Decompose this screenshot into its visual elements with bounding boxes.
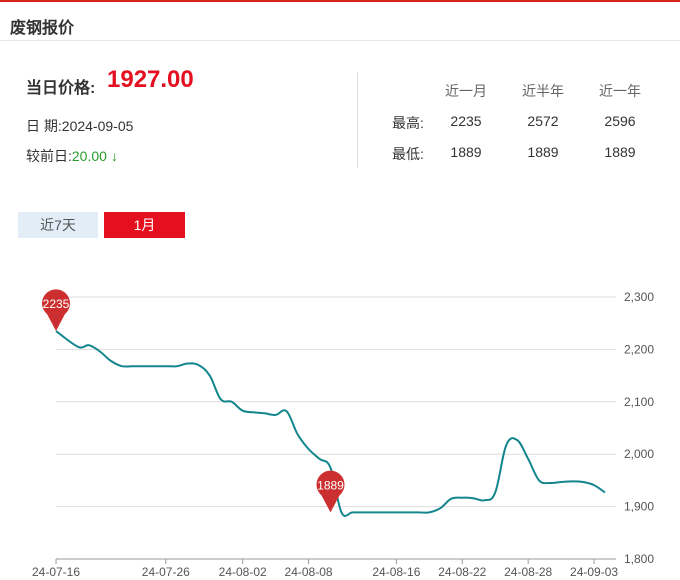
price-line-chart: 1,800 1,900 2,000 2,100 2,200 2,300 24-07-16 24… xyxy=(32,289,654,579)
x-tick-label: 24-08-22 xyxy=(438,565,486,579)
change-value: 20.00 xyxy=(71,148,107,164)
stats-high-month: 2235 xyxy=(450,113,482,129)
current-price-label: 当日价格: xyxy=(26,80,96,97)
panel-header: 废钢报价 xyxy=(0,2,680,41)
stats-high-halfyear: 2572 xyxy=(527,113,559,129)
stats-high-label: 最高: xyxy=(392,115,424,131)
pin-marker-label: 1889 xyxy=(317,478,344,492)
pin-marker-label: 2235 xyxy=(43,297,70,311)
x-tick-label: 24-08-28 xyxy=(504,565,552,579)
stats-high-year: 2596 xyxy=(604,113,636,129)
x-tick-label: 24-08-08 xyxy=(285,565,333,579)
x-tick-label: 24-08-16 xyxy=(372,565,420,579)
change-row: 较前日:20.00 ↓ xyxy=(26,146,118,166)
y-tick-label: 1,800 xyxy=(624,552,654,566)
stats-header-year: 近一年 xyxy=(599,83,641,99)
change-label: 较前日: xyxy=(26,148,72,164)
stats-low-month: 1889 xyxy=(450,144,482,160)
x-tick-label: 24-08-02 xyxy=(219,565,267,579)
stats-header-halfyear: 近半年 xyxy=(522,83,564,99)
date-row: 日 期:2024-09-05 xyxy=(26,116,133,136)
stats-low-halfyear: 1889 xyxy=(527,144,559,160)
tab-7-days[interactable]: 近7天 xyxy=(18,212,98,238)
x-tick-label: 24-09-03 xyxy=(570,565,618,579)
date-label: 日 期: xyxy=(26,118,62,134)
x-tick-label: 24-07-26 xyxy=(142,565,190,579)
panel-title: 废钢报价 xyxy=(10,20,75,37)
y-tick-label: 2,200 xyxy=(624,342,654,356)
stats-low-label: 最低: xyxy=(392,146,424,162)
stats-header-month: 近一月 xyxy=(445,83,487,99)
y-tick-label: 1,900 xyxy=(624,500,654,514)
tab-1-month[interactable]: 1月 xyxy=(104,212,185,238)
y-tick-label: 2,000 xyxy=(624,447,654,461)
down-arrow-icon: ↓ xyxy=(110,148,118,164)
current-price-value: 1927.00 xyxy=(107,66,194,93)
y-tick-label: 2,100 xyxy=(624,395,654,409)
stats-low-year: 1889 xyxy=(604,144,636,160)
x-tick-label: 24-07-16 xyxy=(32,565,80,579)
summary-divider xyxy=(357,72,358,168)
date-value: 2024-09-05 xyxy=(61,118,134,134)
y-tick-label: 2,300 xyxy=(624,290,654,304)
